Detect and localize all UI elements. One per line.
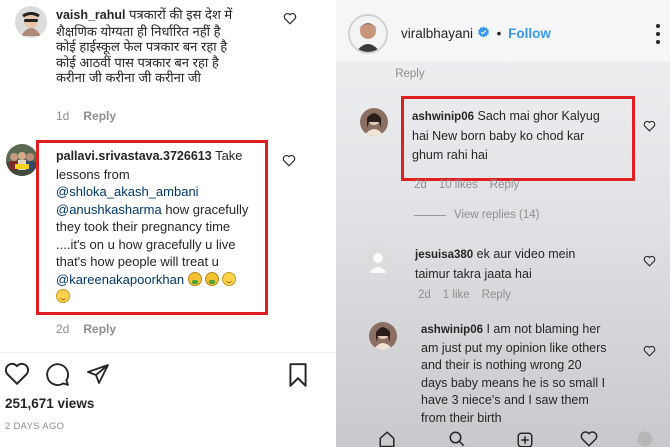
comment-meta: Reply — [380, 68, 437, 80]
view-count: 251,671 views — [5, 396, 95, 411]
comment-meta: 2d 10 likes Reply — [414, 179, 531, 191]
like-heart-icon[interactable] — [643, 345, 656, 357]
header-user-row: viralbhayani • Follow — [401, 26, 551, 41]
nauseated-emoji-icon — [187, 271, 202, 286]
replies-line — [414, 215, 446, 216]
avatar[interactable] — [348, 14, 388, 54]
comment-body: vaish_rahul पत्रकारों की इस देश में शैक्… — [56, 7, 292, 86]
comment-text: कोई हाईस्कूल फेल पत्रकार बन रहा है — [56, 39, 228, 54]
avatar-person-icon — [15, 6, 47, 38]
comment-text: they took their pregnancy time — [56, 219, 231, 234]
save-bookmark-icon[interactable] — [287, 362, 309, 388]
comment-text: lessons from — [56, 166, 130, 182]
instagram-comments-panel: vaish_rahul पत्रकारों की इस देश में शैक्… — [0, 0, 336, 447]
comment-text: days baby means he is so small I — [421, 375, 606, 390]
nauseated-emoji-icon — [204, 271, 219, 286]
header-separator: • — [496, 26, 502, 41]
profile-icon[interactable] — [636, 430, 654, 447]
comment-text: Take — [215, 148, 243, 163]
comment-body: pallavi.srivastava.3726613 Take lessons … — [56, 147, 266, 306]
comment-text: I am not blaming her — [486, 322, 601, 336]
reply-button[interactable]: Reply — [83, 109, 116, 123]
home-icon[interactable] — [378, 430, 396, 447]
mention-link[interactable]: @anushkasharma — [56, 202, 162, 217]
comment-body: ashwinip06 I am not blaming her am just … — [421, 321, 656, 427]
like-heart-icon[interactable] — [4, 361, 30, 387]
comment-text: करीना जी करीना जी करीना जी — [56, 70, 201, 85]
comment-body: ashwinip06 Sach mai ghor Kalyug hai New … — [412, 107, 630, 165]
comment-text: कोई आठवीं पास पत्रकार बन रहा है — [56, 54, 219, 70]
comment-text: am just put my opinion like others — [421, 340, 607, 355]
post-date: 2 DAYS AGO — [5, 421, 65, 432]
comment-age: 2d — [414, 179, 427, 191]
comment-username[interactable]: vaish_rahul — [56, 8, 125, 22]
phone-screenshot-panel: viralbhayani • Follow Reply ashwinip06 S… — [336, 0, 670, 447]
comment-text: hai New born baby ko chod kar — [412, 129, 585, 143]
comment-likes[interactable]: 1 like — [443, 289, 470, 301]
avatar-person-icon — [350, 16, 386, 52]
reply-button[interactable]: Reply — [482, 289, 511, 301]
avatar-group-icon — [6, 144, 38, 176]
like-heart-icon[interactable] — [643, 120, 656, 132]
comment-bubble-icon[interactable] — [45, 362, 70, 387]
comment-username[interactable]: jesuisa380 — [415, 249, 473, 261]
comment-text: पत्रकारों की इस देश में — [129, 7, 233, 22]
comment-text: have 3 niece's and I saw them — [421, 393, 589, 407]
avatar[interactable] — [369, 322, 397, 350]
header-username[interactable]: viralbhayani — [401, 26, 473, 41]
comment-meta: 2d 1 like Reply — [418, 289, 523, 301]
reply-button[interactable]: Reply — [395, 68, 424, 80]
like-heart-icon[interactable] — [643, 255, 656, 267]
comment-text: ghum rahi hai — [412, 148, 488, 162]
comment-username[interactable]: pallavi.srivastava.3726613 — [56, 149, 212, 163]
like-heart-icon[interactable] — [283, 12, 297, 25]
smile-emoji-icon — [56, 289, 70, 303]
comment-age: 2d — [418, 289, 431, 301]
comment-likes[interactable]: 10 likes — [439, 179, 478, 191]
avatar[interactable] — [360, 108, 388, 136]
divider — [0, 352, 336, 353]
more-options-icon[interactable] — [654, 22, 662, 46]
comment-meta: 2d Reply — [56, 322, 116, 336]
avatar[interactable] — [6, 144, 38, 176]
comment-text: शैक्षणिक योग्यता ही निर्धारित नहीं है — [56, 23, 221, 39]
share-paper-plane-icon[interactable] — [86, 362, 110, 386]
avatar[interactable] — [364, 247, 392, 275]
avatar-person-icon — [360, 108, 388, 136]
comment-text: that's how people will treat u — [56, 254, 219, 269]
comment-text: how gracefully — [165, 201, 249, 217]
avatar[interactable] — [15, 6, 47, 38]
comment-username[interactable]: ashwinip06 — [421, 324, 483, 336]
comment-username[interactable]: ashwinip06 — [412, 111, 474, 123]
comment-body: jesuisa380 ek aur video mein taimur takr… — [415, 245, 635, 284]
follow-button[interactable]: Follow — [508, 26, 551, 41]
mention-link[interactable]: @shloka_akash_ambani — [56, 184, 199, 199]
comment-text: from their birth — [421, 410, 502, 425]
search-icon[interactable] — [448, 430, 466, 447]
verified-badge-icon — [477, 26, 489, 38]
default-avatar-icon — [364, 247, 392, 275]
mention-link[interactable]: @kareenakapoorkhan — [56, 272, 184, 287]
comment-age: 2d — [56, 322, 70, 336]
comment-text: taimur takra jaata hai — [415, 267, 532, 281]
like-heart-icon[interactable] — [282, 154, 296, 167]
comment-text: ek aur video mein — [476, 247, 576, 261]
comment-meta: 1d Reply — [56, 109, 116, 123]
reply-button[interactable]: Reply — [83, 322, 116, 336]
comment-text: and their is nothing wrong 20 — [421, 358, 582, 372]
activity-heart-icon[interactable] — [580, 430, 598, 447]
view-replies-button[interactable]: View replies (14) — [454, 209, 539, 221]
comment-text: ....it's on u how gracefully u live — [56, 236, 236, 252]
add-post-icon[interactable] — [516, 431, 534, 447]
reply-button[interactable]: Reply — [490, 179, 519, 191]
smile-emoji-icon — [221, 271, 236, 286]
avatar-person-icon — [369, 322, 397, 350]
comment-age: 1d — [56, 109, 70, 123]
comment-text: Sach mai ghor Kalyug — [477, 109, 600, 123]
